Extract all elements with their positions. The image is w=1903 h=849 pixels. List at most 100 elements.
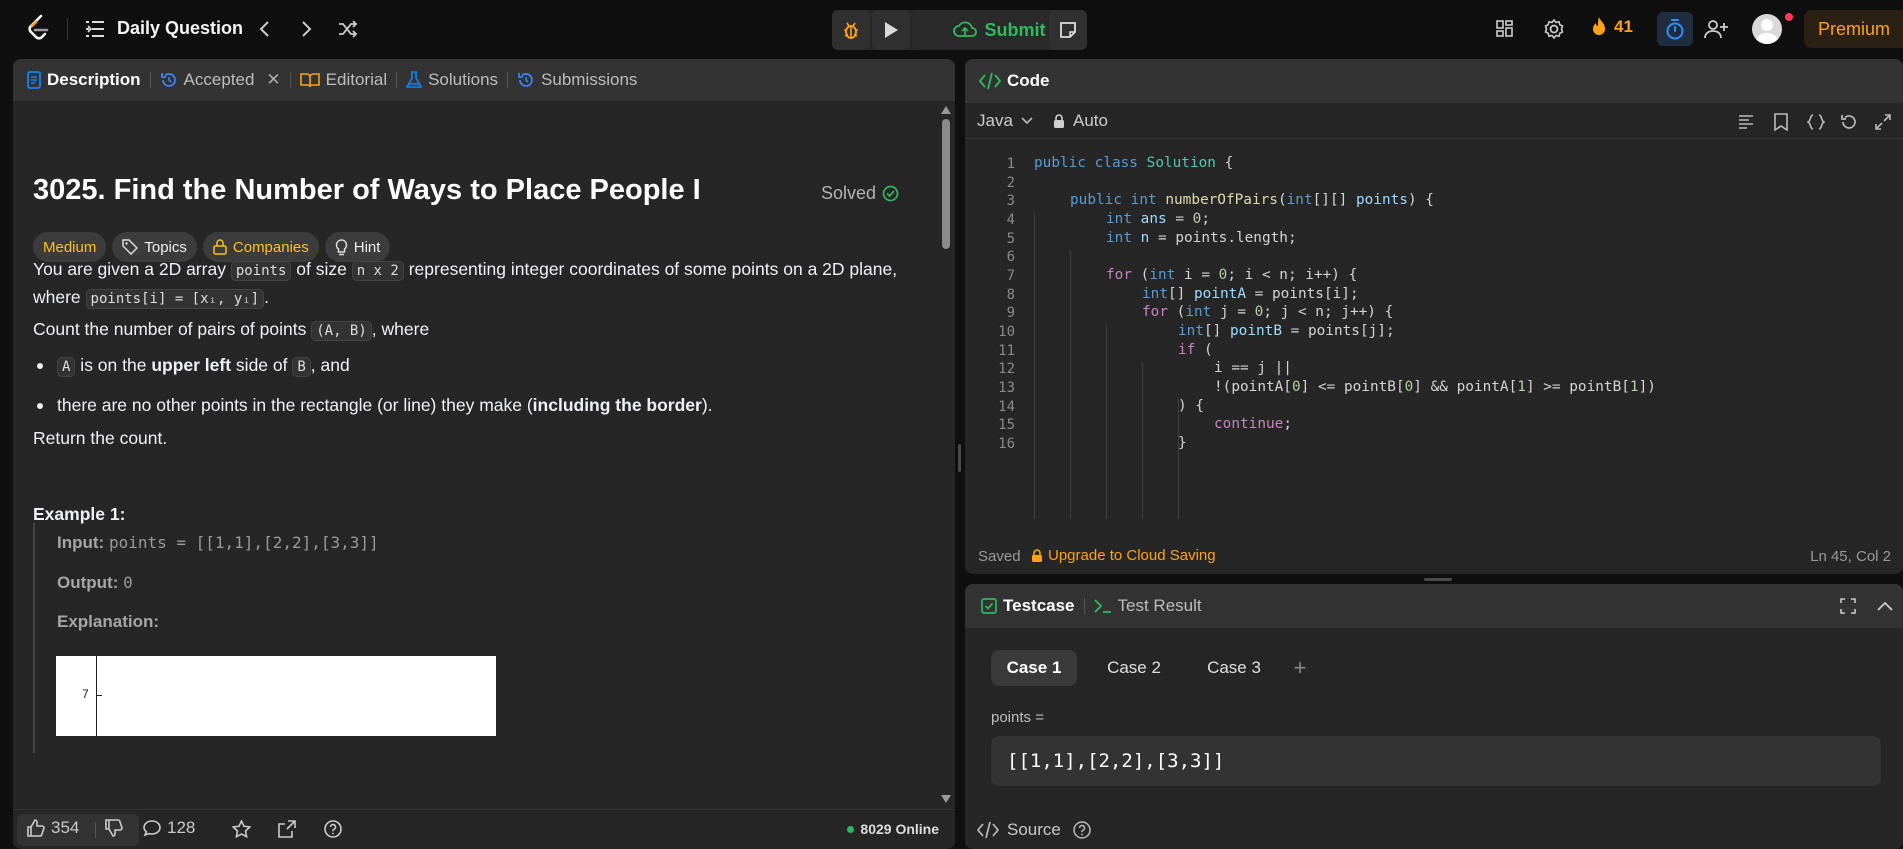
case-1-tab[interactable]: Case 1 <box>991 650 1077 686</box>
problem-list-icon[interactable] <box>84 19 106 39</box>
premium-button[interactable]: Premium <box>1804 10 1903 48</box>
add-friend-icon[interactable] <box>1703 17 1729 41</box>
tab-accepted[interactable]: Accepted ✕ <box>160 70 281 90</box>
example-block: Input: points = [[1,1],[2,2],[3,3]] Outp… <box>33 523 933 753</box>
collapse-chevron-up-icon[interactable] <box>1875 596 1895 616</box>
tab-editorial[interactable]: Editorial <box>299 70 387 90</box>
notes-button[interactable] <box>1049 10 1087 50</box>
line-number: 16 <box>998 436 1015 452</box>
reset-icon[interactable] <box>1839 112 1859 132</box>
comment-icon <box>143 820 161 837</box>
testcase-input[interactable]: [[1,1],[2,2],[3,3]] <box>991 736 1881 786</box>
line-number: 3 <box>1006 193 1015 209</box>
bookmark-icon[interactable] <box>1772 112 1790 132</box>
prev-problem-icon[interactable] <box>254 18 274 40</box>
description-footer: 354 128 8029 Online <box>13 809 955 849</box>
like-count: 354 <box>51 818 80 837</box>
braces-icon[interactable] <box>1805 112 1827 132</box>
code-line: public int numberOfPairs(int[][] points)… <box>1070 192 1434 208</box>
help-icon[interactable] <box>1073 821 1091 839</box>
tab-description[interactable]: Description <box>27 70 141 90</box>
tab-divider <box>1083 598 1085 614</box>
avatar[interactable] <box>1752 14 1782 44</box>
line-number: 12 <box>998 361 1015 377</box>
thumbs-down-icon <box>105 819 123 837</box>
add-case-button[interactable]: + <box>1287 650 1313 686</box>
code-line: } <box>1178 435 1187 451</box>
lock-icon <box>1054 113 1064 128</box>
daily-question-title[interactable]: Daily Question <box>117 18 243 39</box>
auto-mode-toggle[interactable]: Auto <box>1053 111 1108 131</box>
scrollbar-thumb[interactable] <box>942 119 950 249</box>
comments-button[interactable]: 128 <box>143 818 195 838</box>
book-icon <box>299 73 320 88</box>
format-lines-icon[interactable] <box>1737 113 1755 131</box>
streak-counter[interactable]: 41 <box>1590 16 1633 38</box>
language-select[interactable]: Java <box>977 111 1033 131</box>
line-number: 2 <box>1006 175 1015 191</box>
line-number: 5 <box>1006 231 1015 247</box>
lightbulb-icon <box>335 238 347 255</box>
tab-code[interactable]: Code <box>979 71 1050 91</box>
run-button[interactable] <box>872 10 910 50</box>
tab-submissions[interactable]: Submissions <box>517 70 637 90</box>
case-3-tab[interactable]: Case 3 <box>1191 650 1277 686</box>
description-panel: Description Accepted ✕ Editorial Solutio… <box>13 59 955 849</box>
code-line: for (int i = 0; i < n; i++) { <box>1106 267 1358 283</box>
code-line: i == j || <box>1214 360 1292 376</box>
indent-guide <box>1142 362 1143 519</box>
code-icon <box>979 72 1001 90</box>
timer-button[interactable] <box>1657 12 1693 46</box>
notification-dot <box>1785 13 1793 21</box>
vertical-resize-handle[interactable] <box>958 444 961 472</box>
leetcode-logo-icon[interactable] <box>26 14 50 42</box>
code-panel: Code Java Auto 1 2 3 4 5 6 7 8 9 10 11 1… <box>965 59 1903 574</box>
code-line: for (int j = 0; j < n; j++) { <box>1142 304 1394 320</box>
indent-guide <box>1178 495 1179 519</box>
figure-tick-label: 7 <box>82 687 89 701</box>
case-2-tab[interactable]: Case 2 <box>1091 650 1177 686</box>
like-button[interactable]: 354 <box>27 818 79 838</box>
online-count: 8029 Online <box>847 821 939 837</box>
shuffle-icon[interactable] <box>337 18 359 40</box>
fullscreen-icon[interactable] <box>1838 596 1858 616</box>
description-scrollbar[interactable] <box>941 101 951 809</box>
flask-icon <box>406 71 423 88</box>
indent-guide <box>1106 325 1107 519</box>
example-input: Input: points = [[1,1],[2,2],[3,3]] <box>57 533 379 552</box>
divider <box>67 18 68 40</box>
share-icon[interactable] <box>278 820 296 838</box>
example-explanation: Explanation: <box>57 612 160 631</box>
testcase-tab-bar: Testcase Test Result <box>965 584 1903 628</box>
bullet-dot <box>37 402 43 409</box>
line-number: 15 <box>998 417 1015 433</box>
tab-test-result[interactable]: Test Result <box>1093 596 1202 616</box>
problem-title[interactable]: 3025. Find the Number of Ways to Place P… <box>33 174 701 207</box>
history-icon <box>518 73 533 87</box>
horizontal-resize-handle[interactable] <box>1424 578 1452 581</box>
line-number: 7 <box>1006 268 1015 284</box>
line-number: 8 <box>1006 287 1015 303</box>
tab-solutions[interactable]: Solutions <box>406 70 498 90</box>
example-output: Output: 0 <box>57 573 133 592</box>
vote-divider <box>95 822 96 838</box>
tab-testcase[interactable]: Testcase <box>981 596 1075 616</box>
help-icon[interactable] <box>324 820 342 838</box>
close-icon[interactable]: ✕ <box>266 70 280 90</box>
upgrade-cloud-link[interactable]: Upgrade to Cloud Saving <box>1031 547 1216 564</box>
expand-icon[interactable] <box>1873 112 1893 132</box>
favorite-star-icon[interactable] <box>232 820 251 838</box>
source-link[interactable]: Source <box>977 820 1091 840</box>
layout-icon[interactable] <box>1494 18 1516 40</box>
code-editor[interactable]: 1 2 3 4 5 6 7 8 9 10 11 12 13 14 15 16 p… <box>965 149 1903 519</box>
list-item: A is on the upper left side of B, and <box>37 355 350 377</box>
debug-button[interactable] <box>832 10 870 50</box>
problem-description: 3025. Find the Number of Ways to Place P… <box>13 101 939 809</box>
line-number: 4 <box>1006 212 1015 228</box>
dislike-button[interactable] <box>105 819 123 837</box>
example-figure: 7 <box>56 656 496 736</box>
next-problem-icon[interactable] <box>297 18 317 40</box>
line-number: 10 <box>998 324 1015 340</box>
figure-axis <box>96 656 97 736</box>
settings-gear-icon[interactable] <box>1542 17 1566 41</box>
